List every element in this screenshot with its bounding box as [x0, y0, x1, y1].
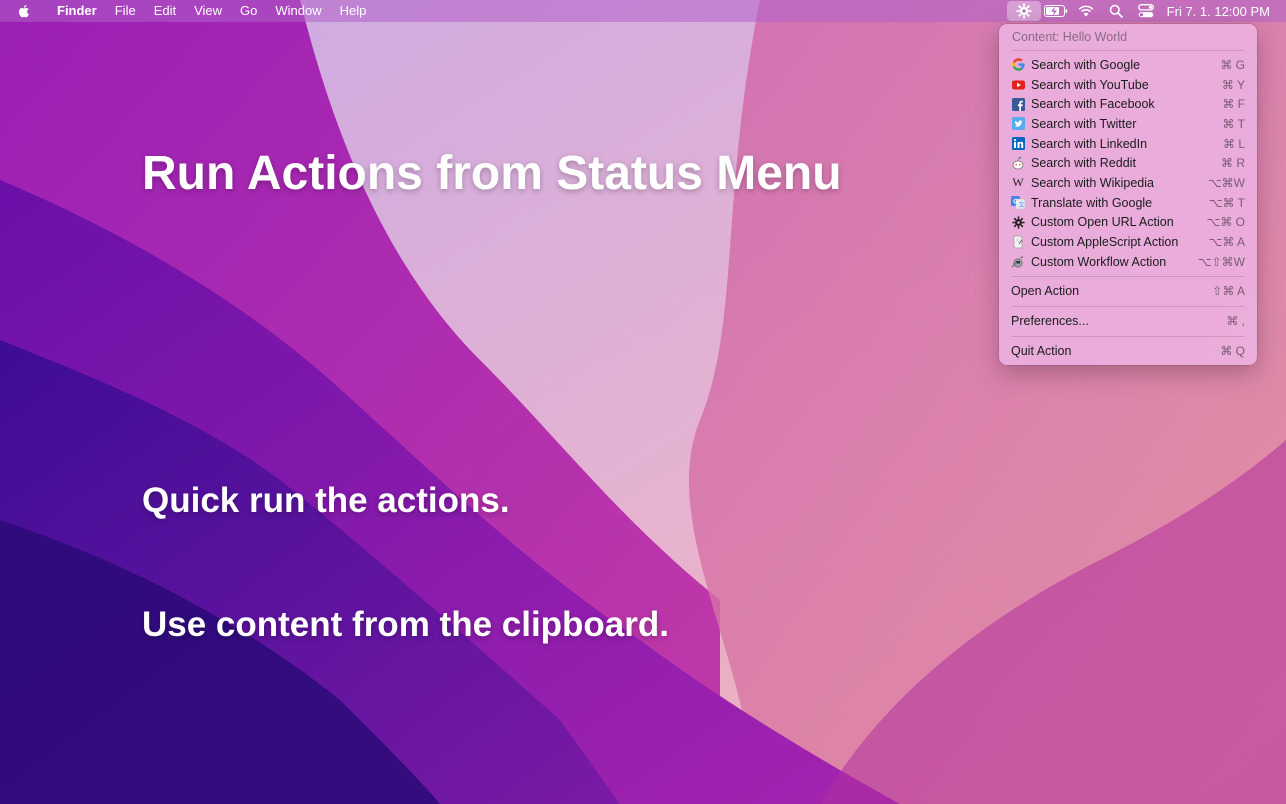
menu-item-search-youtube[interactable]: Search with YouTube ⌘ Y: [999, 75, 1257, 95]
gear-icon: [1011, 215, 1025, 229]
menu-view[interactable]: View: [185, 0, 231, 22]
menu-clock[interactable]: Fri 7. 1. 12:00 PM: [1161, 4, 1286, 19]
menu-file[interactable]: File: [106, 0, 145, 22]
google-icon: [1011, 58, 1025, 72]
svg-text:文: 文: [1019, 201, 1025, 209]
menu-item-search-linkedin[interactable]: Search with LinkedIn ⌘ L: [999, 134, 1257, 154]
menu-item-label: Custom Open URL Action: [1031, 215, 1174, 230]
youtube-icon: [1011, 78, 1025, 92]
menu-item-label: Custom AppleScript Action: [1031, 235, 1179, 250]
gear-icon: [1016, 3, 1032, 19]
menu-item-shortcut: ⌘ L: [1222, 136, 1245, 151]
applescript-icon: [1011, 235, 1025, 249]
menu-item-search-reddit[interactable]: Search with Reddit ⌘ R: [999, 153, 1257, 173]
menu-item-shortcut: ⌘ F: [1222, 97, 1245, 112]
menu-item-open-action[interactable]: Open Action ⇧⌘ A: [999, 277, 1257, 306]
automator-icon: [1011, 255, 1025, 269]
spotlight-status-item[interactable]: [1101, 0, 1131, 22]
menu-item-label: Search with Google: [1031, 57, 1141, 72]
battery-icon: [1043, 5, 1067, 17]
menu-item-quit[interactable]: Quit Action ⌘ Q: [999, 337, 1257, 366]
menu-item-custom-open-url[interactable]: Custom Open URL Action ⌥⌘ O: [999, 213, 1257, 233]
menu-item-label: Search with YouTube: [1031, 77, 1149, 92]
menu-item-shortcut: ⌥⌘ T: [1208, 195, 1245, 210]
reddit-icon: [1011, 156, 1025, 170]
battery-status-item[interactable]: [1041, 0, 1071, 22]
apple-icon[interactable]: [16, 3, 32, 19]
menu-edit[interactable]: Edit: [145, 0, 185, 22]
menu-item-translate-google[interactable]: G文 Translate with Google ⌥⌘ T: [999, 193, 1257, 213]
svg-text:G: G: [1013, 199, 1018, 206]
facebook-icon: [1011, 97, 1025, 111]
headline-line-1: Quick run the actions.: [142, 481, 510, 520]
menu-window[interactable]: Window: [266, 0, 330, 22]
menu-item-shortcut: ⌥⌘ A: [1208, 235, 1245, 250]
clipboard-content-label: Content: Hello World: [1012, 30, 1128, 44]
menu-item-shortcut: ⌥⌘W: [1207, 175, 1245, 190]
action-status-item[interactable]: [1006, 1, 1041, 21]
menu-item-shortcut: ⌥⇧⌘W: [1197, 254, 1245, 269]
menu-item-label: Search with Facebook: [1031, 97, 1155, 112]
menu-app-name[interactable]: Finder: [48, 0, 106, 22]
menu-item-shortcut: ⌥⌘ O: [1206, 215, 1246, 230]
menu-item-search-facebook[interactable]: Search with Facebook ⌘ F: [999, 94, 1257, 114]
control-center-status-item[interactable]: [1131, 0, 1161, 22]
linkedin-icon: [1011, 137, 1025, 151]
headline-line-2: Use content from the clipboard.: [142, 605, 669, 644]
menu-item-shortcut: ⌘ Q: [1220, 344, 1245, 359]
google-translate-icon: G文: [1011, 196, 1025, 210]
action-list: Search with Google ⌘ G Search with YouTu…: [999, 51, 1257, 276]
menu-item-shortcut: ⌘ T: [1222, 116, 1245, 131]
search-icon: [1109, 4, 1123, 18]
control-center-icon: [1137, 4, 1154, 18]
menu-item-search-twitter[interactable]: Search with Twitter ⌘ T: [999, 114, 1257, 134]
wifi-status-item[interactable]: [1071, 0, 1101, 22]
menu-item-label: Quit Action: [1011, 344, 1072, 359]
menu-item-label: Custom Workflow Action: [1031, 254, 1167, 269]
menu-help[interactable]: Help: [331, 0, 376, 22]
menu-item-label: Translate with Google: [1031, 195, 1153, 210]
menu-item-custom-applescript[interactable]: Custom AppleScript Action ⌥⌘ A: [999, 232, 1257, 252]
wifi-icon: [1078, 5, 1094, 17]
menu-bar: Finder File Edit View Go Window Help Fri…: [0, 0, 1286, 22]
status-dropdown-menu: Content: Hello World Search with Google …: [999, 24, 1257, 365]
menu-item-label: Search with Reddit: [1031, 156, 1136, 171]
menu-item-preferences[interactable]: Preferences... ⌘ ,: [999, 307, 1257, 336]
menu-item-search-google[interactable]: Search with Google ⌘ G: [999, 55, 1257, 75]
headline-title: Run Actions from Status Menu: [142, 147, 842, 200]
twitter-icon: [1011, 117, 1025, 131]
menu-item-shortcut: ⌘ Y: [1221, 77, 1245, 92]
menu-item-search-wikipedia[interactable]: W Search with Wikipedia ⌥⌘W: [999, 173, 1257, 193]
menu-item-label: Search with LinkedIn: [1031, 136, 1148, 151]
menu-item-custom-workflow[interactable]: Custom Workflow Action ⌥⇧⌘W: [999, 252, 1257, 272]
menu-item-label: Search with Twitter: [1031, 116, 1137, 131]
menu-item-shortcut: ⌘ R: [1221, 156, 1245, 171]
wikipedia-icon: W: [1012, 175, 1024, 190]
menu-item-label: Search with Wikipedia: [1031, 175, 1154, 190]
menu-item-label: Preferences...: [1011, 314, 1089, 329]
menu-go[interactable]: Go: [231, 0, 266, 22]
menu-item-shortcut: ⌘ ,: [1226, 314, 1245, 329]
menu-item-label: Open Action: [1011, 284, 1080, 299]
menu-item-shortcut: ⌘ G: [1220, 57, 1245, 72]
menu-item-shortcut: ⇧⌘ A: [1212, 284, 1245, 299]
